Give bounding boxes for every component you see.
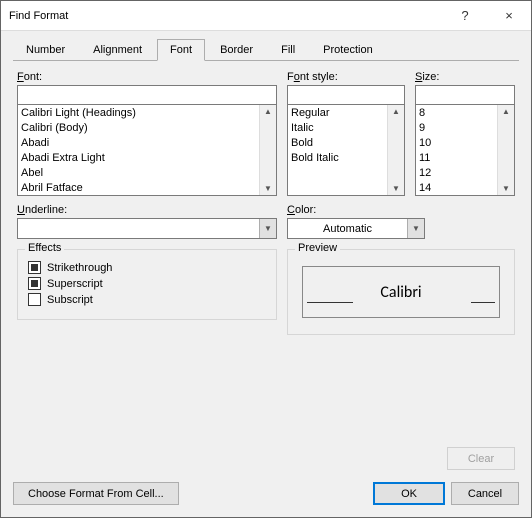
subscript-checkbox[interactable]: Subscript	[28, 293, 266, 306]
font-label: Font:	[17, 71, 277, 83]
underline-combo[interactable]: ▼	[17, 218, 277, 239]
checkbox-icon	[28, 261, 41, 274]
preview-text: Calibri	[380, 283, 421, 302]
tab-underline	[13, 60, 519, 61]
scroll-up-icon[interactable]: ▲	[390, 105, 402, 118]
checkbox-icon	[28, 293, 41, 306]
effects-group: Effects Strikethrough Superscript Subscr…	[17, 249, 277, 320]
ok-button[interactable]: OK	[373, 482, 445, 505]
tab-content: Font: Calibri Light (Headings) Calibri (…	[1, 61, 531, 447]
font-option[interactable]: Abadi Extra Light	[21, 151, 273, 166]
fontstyle-input[interactable]	[287, 85, 405, 105]
preview-group: Preview Calibri	[287, 249, 515, 335]
scroll-down-icon[interactable]: ▼	[500, 182, 512, 195]
fontstyle-label: Font style:	[287, 71, 405, 83]
close-button[interactable]: ×	[487, 1, 531, 31]
size-input[interactable]	[415, 85, 515, 105]
underline-label: Underline:	[17, 204, 277, 216]
preview-line	[471, 302, 495, 303]
fontstyle-option[interactable]: Bold	[291, 136, 401, 151]
color-combo[interactable]: Automatic ▼	[287, 218, 425, 239]
font-option[interactable]: Calibri (Body)	[21, 121, 273, 136]
fontstyle-listbox[interactable]: Regular Italic Bold Bold Italic ▲▼	[287, 104, 405, 196]
tab-number[interactable]: Number	[13, 39, 78, 61]
superscript-checkbox[interactable]: Superscript	[28, 277, 266, 290]
scrollbar[interactable]: ▲▼	[259, 105, 276, 195]
tab-border[interactable]: Border	[207, 39, 266, 61]
font-input[interactable]	[17, 85, 277, 105]
help-button[interactable]: ?	[443, 1, 487, 31]
chevron-down-icon[interactable]: ▼	[407, 219, 424, 238]
checkbox-label: Strikethrough	[47, 262, 112, 274]
tab-font[interactable]: Font	[157, 39, 205, 61]
tab-alignment[interactable]: Alignment	[80, 39, 155, 61]
scroll-down-icon[interactable]: ▼	[390, 182, 402, 195]
clear-button[interactable]: Clear	[447, 447, 515, 470]
preview-box: Calibri	[302, 266, 500, 318]
checkbox-label: Superscript	[47, 278, 103, 290]
button-bar: Choose Format From Cell... OK Cancel	[1, 474, 531, 517]
checkbox-label: Subscript	[47, 294, 93, 306]
size-label: Size:	[415, 71, 515, 83]
font-option[interactable]: Calibri Light (Headings)	[21, 106, 273, 121]
cancel-button[interactable]: Cancel	[451, 482, 519, 505]
fontstyle-option[interactable]: Bold Italic	[291, 151, 401, 166]
fontstyle-option[interactable]: Italic	[291, 121, 401, 136]
checkbox-icon	[28, 277, 41, 290]
font-listbox[interactable]: Calibri Light (Headings) Calibri (Body) …	[17, 104, 277, 196]
fontstyle-option[interactable]: Regular	[291, 106, 401, 121]
choose-format-button[interactable]: Choose Format From Cell...	[13, 482, 179, 505]
strikethrough-checkbox[interactable]: Strikethrough	[28, 261, 266, 274]
effects-legend: Effects	[25, 242, 64, 254]
preview-line	[307, 302, 353, 303]
title-bar: Find Format ? ×	[1, 1, 531, 31]
preview-legend: Preview	[295, 242, 340, 254]
tab-protection[interactable]: Protection	[310, 39, 386, 61]
color-label: Color:	[287, 204, 425, 216]
color-value: Automatic	[288, 223, 407, 235]
scrollbar[interactable]: ▲▼	[497, 105, 514, 195]
scroll-up-icon[interactable]: ▲	[262, 105, 274, 118]
size-listbox[interactable]: 8 9 10 11 12 14 ▲▼	[415, 104, 515, 196]
scroll-down-icon[interactable]: ▼	[262, 182, 274, 195]
chevron-down-icon[interactable]: ▼	[259, 219, 276, 238]
font-option[interactable]: Abadi	[21, 136, 273, 151]
scroll-up-icon[interactable]: ▲	[500, 105, 512, 118]
tab-strip: Number Alignment Font Border Fill Protec…	[1, 31, 531, 61]
window-title: Find Format	[9, 10, 443, 22]
font-option[interactable]: Abril Fatface	[21, 181, 273, 196]
font-option[interactable]: Abel	[21, 166, 273, 181]
tab-fill[interactable]: Fill	[268, 39, 308, 61]
scrollbar[interactable]: ▲▼	[387, 105, 404, 195]
